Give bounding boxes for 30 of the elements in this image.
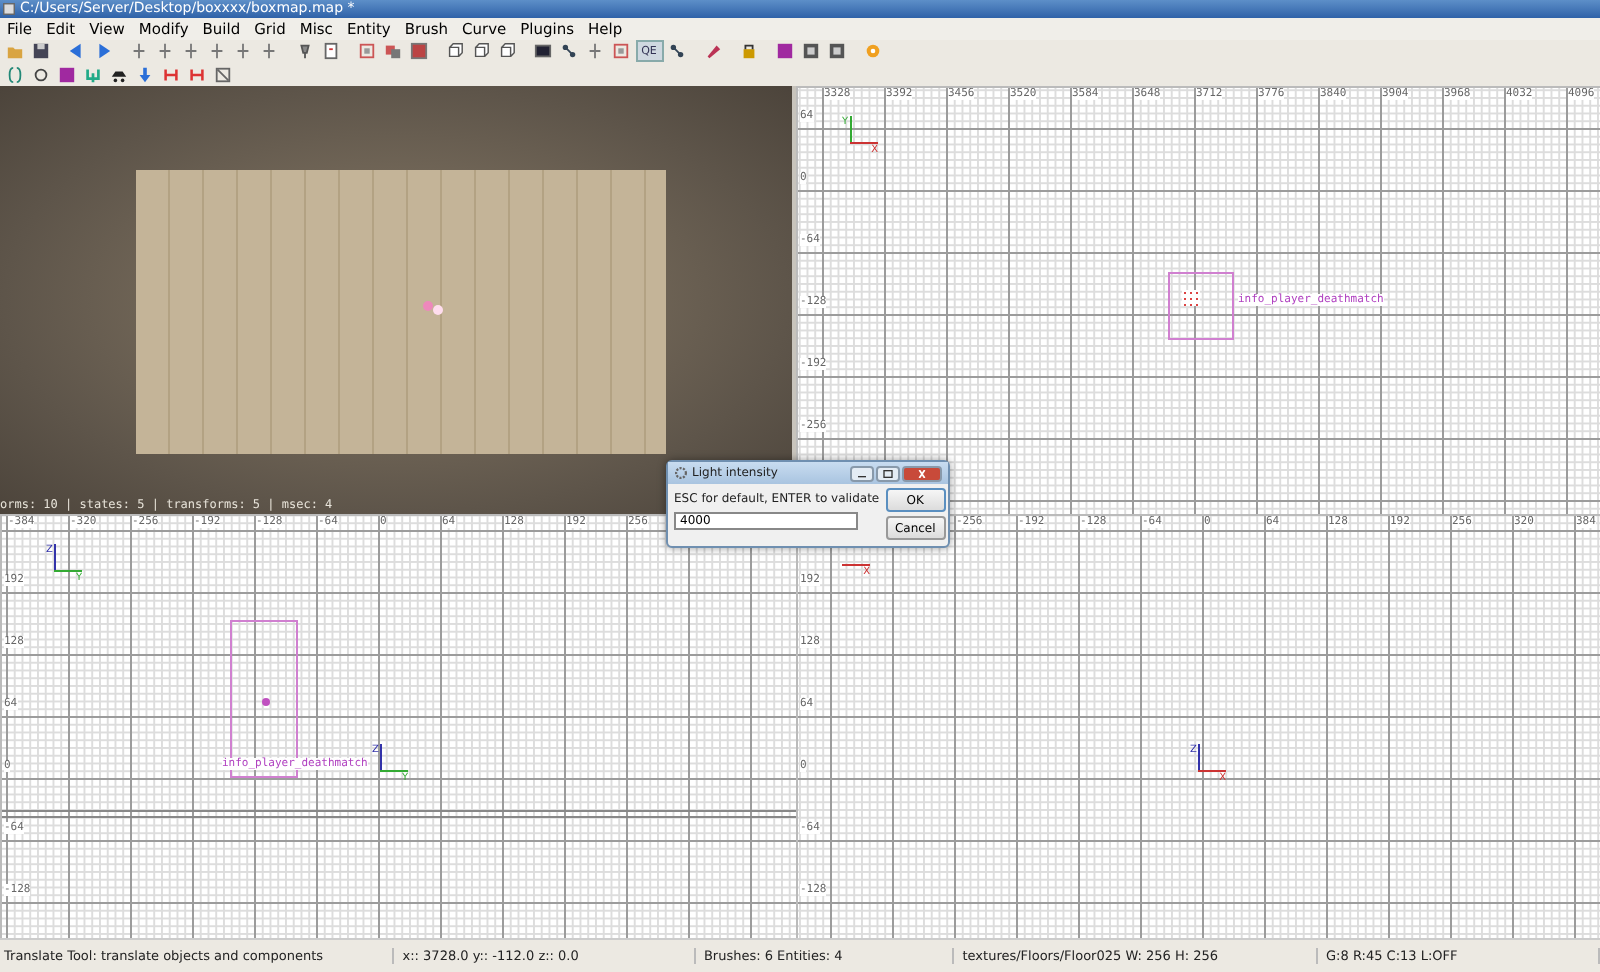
entity-model-icon	[1182, 290, 1200, 307]
circle-icon[interactable]	[29, 63, 53, 86]
cube-icon[interactable]	[495, 40, 519, 63]
braces-icon[interactable]	[3, 63, 27, 86]
save-icon[interactable]	[29, 40, 53, 63]
entity-origin-icon	[262, 698, 270, 707]
frame-icon[interactable]	[355, 40, 379, 63]
close-icon	[916, 469, 928, 478]
cube-icon[interactable]	[469, 40, 493, 63]
swatch-icon[interactable]	[55, 63, 79, 86]
gear-icon[interactable]	[861, 40, 885, 63]
cube-icon[interactable]	[443, 40, 467, 63]
nodes-icon[interactable]	[665, 40, 689, 63]
nodes-icon[interactable]	[557, 40, 581, 63]
filled-square-icon[interactable]	[407, 40, 431, 63]
maximize-button[interactable]	[876, 465, 900, 482]
cross-square-icon[interactable]	[211, 63, 235, 86]
monitor-icon[interactable]	[531, 40, 555, 63]
maximize-icon	[882, 469, 894, 478]
inset-square-icon[interactable]	[799, 40, 823, 63]
gear-icon	[674, 466, 688, 481]
entity-marker-icon	[422, 300, 446, 317]
close-button[interactable]	[902, 465, 942, 482]
swatch-icon[interactable]	[773, 40, 797, 63]
inset-square-icon[interactable]	[825, 40, 849, 63]
entity-bounds[interactable]	[1168, 272, 1234, 341]
app-icon	[2, 1, 16, 16]
frame-icon[interactable]	[609, 40, 633, 63]
page-icon[interactable]	[319, 40, 343, 63]
tiles-icon[interactable]	[381, 40, 405, 63]
